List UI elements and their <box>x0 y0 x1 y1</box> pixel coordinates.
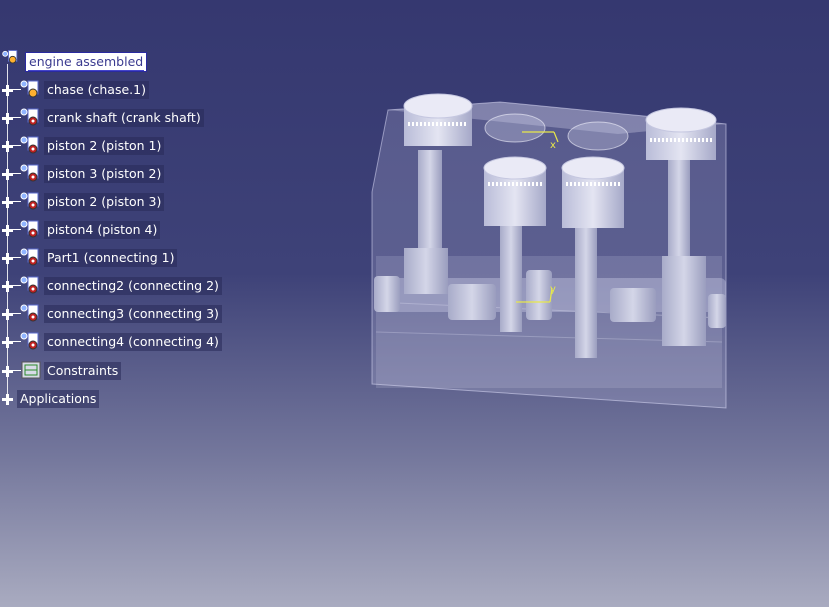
axis-y-label: y <box>550 284 556 295</box>
expand-icon[interactable] <box>2 225 13 236</box>
part-icon <box>20 136 39 154</box>
cylinder-bore <box>484 113 546 143</box>
expand-icon[interactable] <box>2 197 13 208</box>
tree-item-label: piston4 (piston 4) <box>44 221 161 239</box>
tree-item[interactable]: connecting2 (connecting 2) <box>0 275 240 297</box>
tree-item-label: crank shaft (crank shaft) <box>44 109 204 127</box>
tree-item-label: piston 3 (piston 2) <box>44 165 165 183</box>
part-icon <box>20 164 39 182</box>
expand-icon[interactable] <box>2 337 13 348</box>
tree-root-label[interactable]: engine assembled <box>25 52 148 72</box>
tree-item[interactable]: piston 3 (piston 2) <box>0 163 240 185</box>
expand-icon[interactable] <box>2 113 13 124</box>
tree-item[interactable]: piston 2 (piston 3) <box>0 191 240 213</box>
expand-icon[interactable] <box>2 141 13 152</box>
tree-item-label: connecting3 (connecting 3) <box>44 305 222 323</box>
tree-item-label: piston 2 (piston 1) <box>44 137 165 155</box>
tree-item[interactable]: connecting4 (connecting 4) <box>0 331 240 353</box>
axis-x-label: x <box>550 140 556 151</box>
constraints-icon <box>21 361 41 379</box>
tree-item-label: Constraints <box>44 362 122 380</box>
expand-icon[interactable] <box>2 366 13 377</box>
3d-viewport[interactable]: x y <box>360 80 740 440</box>
tree-item-constraints[interactable]: Constraints <box>0 360 160 382</box>
part-icon <box>20 108 39 126</box>
part-icon <box>20 304 39 322</box>
tree-item-label: chase (chase.1) <box>44 81 149 99</box>
part-icon <box>20 248 39 266</box>
expand-icon[interactable] <box>2 309 13 320</box>
expand-icon[interactable] <box>2 253 13 264</box>
expand-icon[interactable] <box>2 394 13 405</box>
product-icon <box>2 50 18 64</box>
expand-icon[interactable] <box>2 85 13 96</box>
tree-item-label: connecting4 (connecting 4) <box>44 333 222 351</box>
product-icon <box>20 80 39 98</box>
expand-icon[interactable] <box>2 281 13 292</box>
tree-item-label: piston 2 (piston 3) <box>44 193 165 211</box>
tree-item-applications[interactable]: Applications <box>0 388 120 410</box>
expand-icon[interactable] <box>2 169 13 180</box>
part-icon <box>20 192 39 210</box>
tree-item-label: Applications <box>17 390 100 408</box>
cylinder-bore <box>567 121 629 151</box>
tree-item[interactable]: piston4 (piston 4) <box>0 219 240 241</box>
part-icon <box>20 332 39 350</box>
tree-item[interactable]: piston 2 (piston 1) <box>0 135 240 157</box>
tree-item-label: Part1 (connecting 1) <box>44 249 178 267</box>
tree-item[interactable]: chase (chase.1) <box>0 79 240 101</box>
tree-item[interactable]: crank shaft (crank shaft) <box>0 107 240 129</box>
part-icon <box>20 220 39 238</box>
tree-item-label: connecting2 (connecting 2) <box>44 277 222 295</box>
part-icon <box>20 276 39 294</box>
tree-item[interactable]: Part1 (connecting 1) <box>0 247 240 269</box>
specification-tree: engine assembled chase (chase.1) crank sh… <box>0 0 260 420</box>
tree-item[interactable]: connecting3 (connecting 3) <box>0 303 240 325</box>
